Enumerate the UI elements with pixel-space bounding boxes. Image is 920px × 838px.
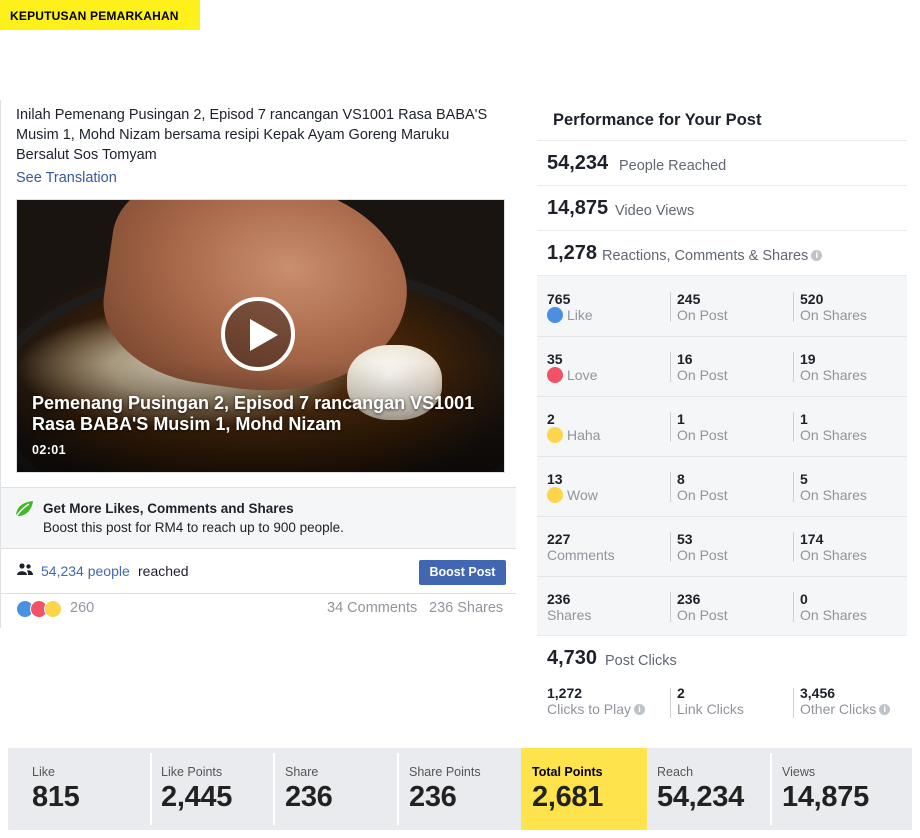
like-icon	[547, 307, 563, 323]
wow-icon	[44, 600, 62, 618]
score-like-points: Like Points 2,445	[161, 765, 233, 813]
video-player[interactable]: Pemenang Pusingan 2, Episod 7 rancangan …	[16, 199, 505, 473]
score-like: Like 815	[32, 765, 80, 813]
video-views-row: 14,875 Video Views	[537, 185, 907, 230]
play-icon	[250, 319, 278, 351]
score-total-points: Total Points 2,681	[521, 748, 647, 830]
score-views: Views 14,875	[782, 765, 869, 813]
video-duration: 02:01	[32, 443, 66, 457]
video-title: Pemenang Pusingan 2, Episod 7 rancangan …	[32, 393, 475, 434]
video-views-value: 14,875	[547, 197, 609, 219]
love-icon	[547, 367, 563, 383]
performance-title: Performance for Your Post	[553, 111, 762, 129]
post-clicks-label: Post Clicks	[605, 653, 677, 669]
score-reach: Reach 54,234	[657, 765, 744, 813]
performance-panel: Performance for Your Post 54,234 People …	[537, 100, 907, 724]
wow-icon	[547, 487, 563, 503]
reach-row: 54,234 people reached Boost Post	[1, 549, 516, 594]
score-share-points: Share Points 236	[409, 765, 481, 813]
boost-promo: Get More Likes, Comments and Shares Boos…	[1, 487, 516, 549]
boost-subtitle: Boost this post for RM4 to reach up to 9…	[43, 520, 344, 535]
people-reached-label: People Reached	[619, 158, 727, 174]
people-reached-row: 54,234 People Reached	[537, 140, 907, 185]
engagement-label: Reactions, Comments & Shares	[602, 248, 809, 264]
reaction-count[interactable]: 260	[70, 600, 94, 616]
boost-post-button[interactable]: Boost Post	[419, 560, 506, 585]
info-icon[interactable]: i	[811, 250, 823, 261]
people-reached-link[interactable]: 54,234 people	[41, 563, 130, 579]
post-caption: Inilah Pemenang Pusingan 2, Episod 7 ran…	[16, 107, 488, 163]
people-icon	[17, 563, 33, 575]
section-tag-label: KEPUTUSAN PEMARKAHAN	[10, 9, 179, 23]
section-tag: KEPUTUSAN PEMARKAHAN	[0, 0, 200, 30]
see-translation-link[interactable]: See Translation	[16, 170, 117, 186]
info-icon[interactable]: i	[634, 704, 646, 715]
post-clicks-section: 4,730 Post Clicks 1,272 Clicks to Play i …	[537, 635, 907, 724]
boost-title: Get More Likes, Comments and Shares	[43, 501, 294, 516]
info-icon[interactable]: i	[879, 704, 891, 715]
post-clicks-value: 4,730	[547, 647, 598, 669]
comments-count[interactable]: 34 Comments	[327, 600, 417, 616]
play-button[interactable]	[221, 297, 295, 371]
leaf-icon	[14, 501, 33, 519]
people-reached-value: 54,234	[547, 152, 609, 174]
haha-icon	[547, 427, 563, 443]
reactions-row: 260 34 Comments 236 Shares	[1, 594, 516, 628]
reaction-breakdown: 765 Like 245 On Post 520 On Shares 35 Lo…	[537, 275, 907, 635]
score-share: Share 236	[285, 765, 333, 813]
reached-label: reached	[138, 563, 189, 579]
engagement-row: 1,278 Reactions, Comments & Shares i	[537, 230, 907, 275]
score-summary-bar: Like 815 Like Points 2,445 Share 236 Sha…	[8, 748, 912, 830]
facebook-post: Inilah Pemenang Pusingan 2, Episod 7 ran…	[0, 100, 516, 628]
engagement-value: 1,278	[547, 242, 598, 264]
video-views-label: Video Views	[615, 203, 695, 219]
shares-count[interactable]: 236 Shares	[429, 600, 503, 616]
